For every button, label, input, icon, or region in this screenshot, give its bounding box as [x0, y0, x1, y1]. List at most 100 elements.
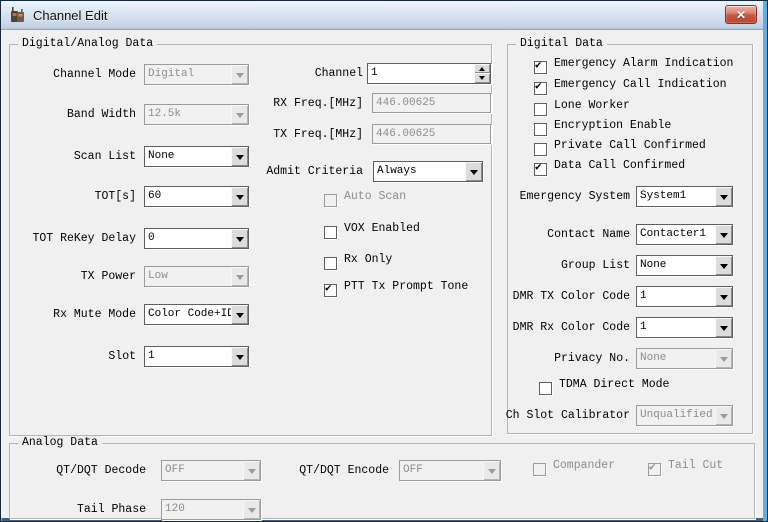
tail-cut-checkbox — [648, 463, 661, 476]
auto-scan-label: Auto Scan — [344, 190, 406, 203]
dmr-rx-color-code-value: 1 — [640, 318, 715, 337]
channel-label: Channel — [315, 63, 363, 84]
private-call-confirmed-checkbox[interactable] — [534, 143, 547, 156]
vox-enabled-checkbox[interactable] — [324, 226, 337, 239]
arrow-down-icon — [479, 76, 485, 83]
group-list-value: None — [640, 256, 715, 275]
scan-list-select[interactable]: None — [144, 146, 249, 167]
ch-slot-calibrator-select: Unqualified — [636, 405, 733, 426]
rx-mute-mode-select[interactable]: Color Code+ID — [144, 304, 249, 325]
channel-mode-value: Digital — [148, 65, 231, 84]
auto-scan-checkbox — [324, 194, 337, 207]
ptt-tx-prompt-tone-checkbox[interactable] — [324, 284, 337, 297]
emergency-system-value: System1 — [640, 187, 715, 206]
group-title: Analog Data — [18, 436, 102, 450]
lone-worker-checkbox[interactable] — [534, 103, 547, 116]
rx-freq-input: 446.00625 — [372, 93, 491, 113]
tx-power-select: Low — [144, 266, 249, 287]
emergency-system-label: Emergency System — [520, 186, 630, 207]
tx-power-value: Low — [148, 267, 231, 286]
qt-dqt-decode-value: OFF — [165, 461, 243, 480]
chevron-down-icon[interactable] — [715, 225, 732, 244]
tot-rekey-delay-label: TOT ReKey Delay — [32, 228, 136, 249]
chevron-down-icon[interactable] — [715, 187, 732, 206]
rx-freq-value: 446.00625 — [376, 97, 435, 109]
compander-checkbox — [533, 463, 546, 476]
emergency-alarm-indication-checkbox[interactable] — [534, 61, 547, 74]
dmr-rx-color-code-label: DMR Rx Color Code — [513, 317, 630, 338]
window-title: Channel Edit — [33, 8, 107, 23]
chevron-down-icon — [231, 65, 248, 84]
chevron-down-icon[interactable] — [715, 256, 732, 275]
chevron-down-icon[interactable] — [715, 318, 732, 337]
admit-criteria-select[interactable]: Always — [373, 161, 483, 182]
scan-list-value: None — [148, 147, 231, 166]
slot-value: 1 — [148, 347, 231, 366]
chevron-down-icon[interactable] — [715, 287, 732, 306]
close-button[interactable]: ✕ — [725, 5, 757, 24]
qt-dqt-encode-value: OFF — [403, 461, 483, 480]
chevron-down-icon — [243, 500, 260, 519]
channel-value: 1 — [371, 67, 378, 79]
contact-name-label: Contact Name — [547, 224, 630, 245]
encryption-enable-label: Encryption Enable — [554, 119, 671, 132]
group-list-select[interactable]: None — [636, 255, 733, 276]
scan-list-label: Scan List — [74, 146, 136, 167]
slot-label: Slot — [108, 346, 136, 367]
dialog-body: Digital/Analog Data Channel Mode Digital… — [1, 30, 763, 518]
tot-select[interactable]: 60 — [144, 186, 249, 207]
spin-up-button[interactable] — [474, 64, 490, 73]
privacy-no-value: None — [640, 349, 715, 368]
data-call-confirmed-checkbox[interactable] — [534, 163, 547, 176]
chevron-down-icon — [715, 406, 732, 425]
group-digital-data: Digital Data Emergency Alarm Indication … — [507, 44, 753, 434]
ch-slot-calibrator-value: Unqualified — [640, 406, 715, 425]
privacy-no-select: None — [636, 348, 733, 369]
chevron-down-icon[interactable] — [465, 162, 482, 181]
contact-name-select[interactable]: Contacter1 — [636, 224, 733, 245]
dmr-rx-color-code-select[interactable]: 1 — [636, 317, 733, 338]
chevron-down-icon[interactable] — [231, 229, 248, 248]
band-width-value: 12.5k — [148, 105, 231, 124]
admit-criteria-label: Admit Criteria — [266, 161, 363, 182]
chevron-down-icon[interactable] — [231, 147, 248, 166]
close-icon: ✕ — [736, 9, 746, 21]
slot-select[interactable]: 1 — [144, 346, 249, 367]
chevron-down-icon — [483, 461, 500, 480]
rx-only-label: Rx Only — [344, 253, 392, 266]
lone-worker-label: Lone Worker — [554, 99, 630, 112]
chevron-down-icon — [231, 105, 248, 124]
titlebar[interactable]: Channel Edit ✕ — [1, 1, 763, 30]
chevron-down-icon[interactable] — [231, 187, 248, 206]
emergency-system-select[interactable]: System1 — [636, 186, 733, 207]
band-width-select: 12.5k — [144, 104, 249, 125]
encryption-enable-checkbox[interactable] — [534, 123, 547, 136]
spinner-buttons — [474, 64, 490, 83]
tdma-direct-mode-checkbox[interactable] — [539, 382, 552, 395]
admit-criteria-value: Always — [377, 162, 465, 181]
tot-value: 60 — [148, 187, 231, 206]
group-list-label: Group List — [561, 255, 630, 276]
tot-label: TOT[s] — [95, 186, 136, 207]
rx-only-checkbox[interactable] — [324, 257, 337, 270]
privacy-no-label: Privacy No. — [554, 348, 630, 369]
channel-edit-window: Channel Edit ✕ Digital/Analog Data Chann… — [0, 0, 768, 522]
dmr-tx-color-code-label: DMR TX Color Code — [513, 286, 630, 307]
vox-enabled-label: VOX Enabled — [344, 222, 420, 235]
chevron-down-icon[interactable] — [231, 347, 248, 366]
arrow-up-icon — [479, 64, 485, 71]
spin-down-button[interactable] — [474, 73, 490, 83]
contact-name-value: Contacter1 — [640, 225, 715, 244]
data-call-confirmed-label: Data Call Confirmed — [554, 159, 685, 172]
group-title: Digital Data — [516, 37, 607, 51]
channel-spinner[interactable]: 1 — [367, 63, 491, 84]
tot-rekey-delay-select[interactable]: 0 — [144, 228, 249, 249]
ch-slot-calibrator-label: Ch Slot Calibrator — [506, 405, 630, 426]
rx-mute-mode-label: Rx Mute Mode — [53, 304, 136, 325]
private-call-confirmed-label: Private Call Confirmed — [554, 139, 706, 152]
dmr-tx-color-code-select[interactable]: 1 — [636, 286, 733, 307]
emergency-call-indication-checkbox[interactable] — [534, 82, 547, 95]
chevron-down-icon[interactable] — [231, 305, 248, 324]
tail-phase-label: Tail Phase — [77, 499, 146, 520]
emergency-alarm-indication-label: Emergency Alarm Indication — [554, 57, 733, 70]
